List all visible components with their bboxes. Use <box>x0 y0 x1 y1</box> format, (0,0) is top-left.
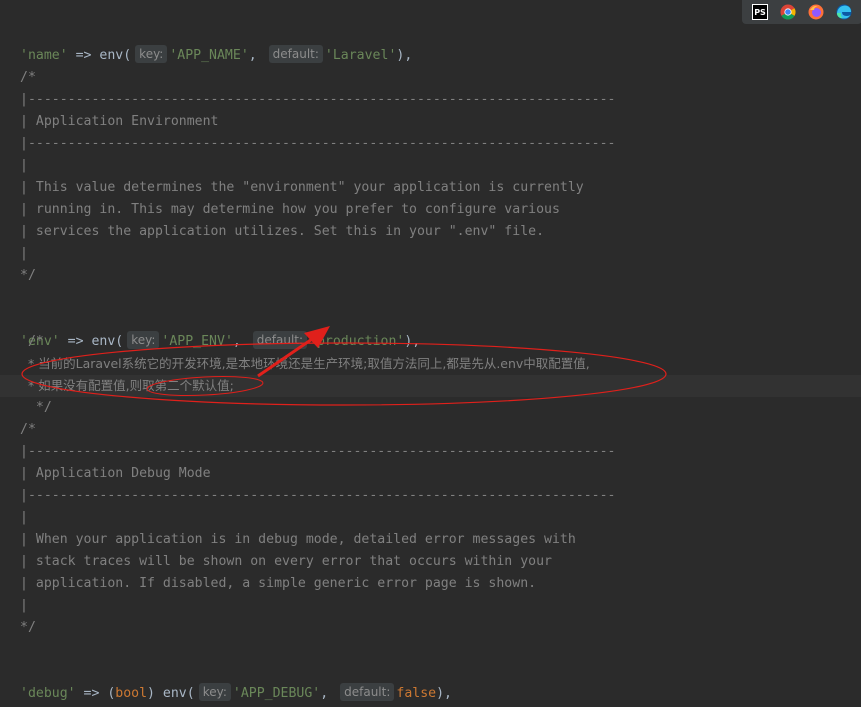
cn-comment-close: */ <box>20 400 52 415</box>
env-key-arg: 'APP_NAME' <box>169 48 249 63</box>
code-line-name: 'name' => env(key: 'APP_NAME', default: 'L… <box>20 23 412 63</box>
param-hint-default: default: <box>252 331 308 349</box>
comment-rule: |---------------------------------------… <box>20 92 616 107</box>
edge-icon[interactable] <box>836 4 852 20</box>
comment-rule: |---------------------------------------… <box>20 488 616 503</box>
cn-comment-open: /* <box>20 334 44 349</box>
code-line-env: 'env' => env(key: 'APP_ENV', default:'pro… <box>20 309 420 349</box>
env-call: => env( <box>67 48 132 63</box>
comma: , <box>248 48 265 63</box>
code-line-debug: 'debug' => (bool) env(key: 'APP_DEBUG', d… <box>20 661 452 701</box>
array-key: 'debug' <box>20 686 76 701</box>
comment-rule: |---------------------------------------… <box>20 444 616 459</box>
phpstorm-icon[interactable]: PS <box>752 4 768 20</box>
comment-open: /* <box>20 422 36 437</box>
bool-cast: bool <box>115 686 148 701</box>
close-paren: ), <box>404 334 421 349</box>
comment-open: /* <box>20 70 36 85</box>
browser-icons-bar: PS <box>742 0 861 24</box>
comment-bar: | <box>20 510 28 525</box>
comment-rule: |---------------------------------------… <box>20 136 616 151</box>
comment-title: | Application Environment <box>20 114 219 129</box>
comment-desc: | services the application utilizes. Set… <box>20 224 545 239</box>
env-default-arg: false <box>396 686 437 701</box>
comment-desc: | running in. This may determine how you… <box>20 202 560 217</box>
param-hint-key: key: <box>127 331 160 349</box>
comment-title: | Application Debug Mode <box>20 466 211 481</box>
comment-close: */ <box>20 620 36 635</box>
env-call: => env( <box>59 334 124 349</box>
comment-desc: | This value determines the "environment… <box>20 180 584 195</box>
cn-comment-line: * 如果没有配置值,则取第二个默认值; <box>20 378 234 393</box>
close-paren: ), <box>396 48 413 63</box>
param-hint-key: key: <box>135 45 168 63</box>
comma: , <box>232 334 249 349</box>
comment-bar: | <box>20 598 28 613</box>
env-key-arg: 'APP_DEBUG' <box>232 686 321 701</box>
comment-close: */ <box>20 268 36 283</box>
close-paren: ), <box>436 686 452 701</box>
env-default-arg: 'production' <box>309 334 405 349</box>
arrow-cast-open: => ( <box>75 686 116 701</box>
comment-desc: | stack traces will be shown on every er… <box>20 554 552 569</box>
chrome-icon[interactable] <box>780 4 796 20</box>
env-key-arg: 'APP_ENV' <box>161 334 233 349</box>
param-hint-default: default: <box>340 683 395 701</box>
cn-comment-line: * 当前的Laravel系统它的开发环境,是本地环境还是生产环境;取值方法同上,… <box>20 356 590 371</box>
comment-desc: | application. If disabled, a simple gen… <box>20 576 537 591</box>
comment-desc: | When your application is in debug mode… <box>20 532 576 547</box>
comma: , <box>320 686 337 701</box>
comment-bar: | <box>20 246 28 261</box>
env-call: ) env( <box>147 686 195 701</box>
param-hint-default: default: <box>268 45 323 63</box>
param-hint-key: key: <box>198 683 231 701</box>
comment-bar: | <box>20 158 28 173</box>
env-default-arg: 'Laravel' <box>324 48 397 63</box>
array-key: 'name' <box>20 48 68 63</box>
firefox-icon[interactable] <box>808 4 824 20</box>
